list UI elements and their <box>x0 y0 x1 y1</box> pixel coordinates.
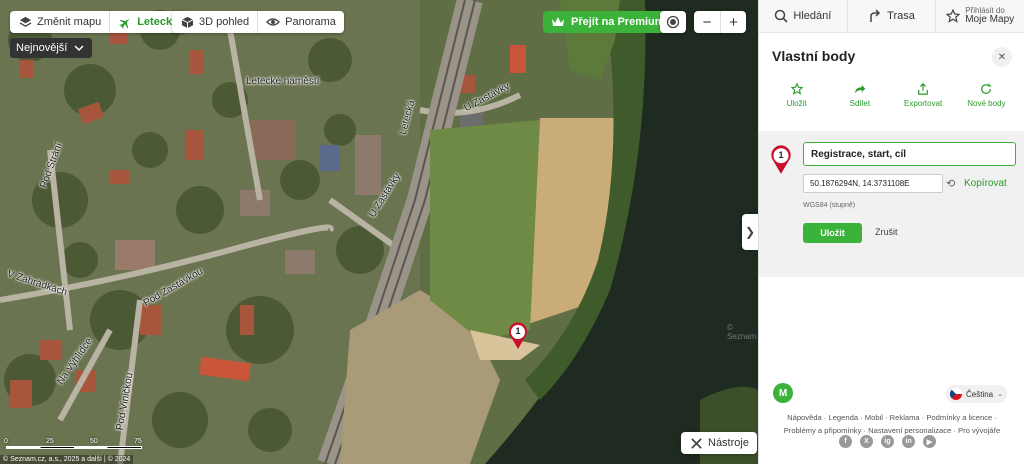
panorama-label: Panorama <box>285 16 336 28</box>
locate-button[interactable] <box>660 11 686 33</box>
star-outline-icon <box>946 9 961 23</box>
chevron-down-icon: ⌄ <box>997 391 1003 398</box>
share-icon <box>854 84 866 94</box>
layers-icon <box>18 15 32 29</box>
scale-bar-graphic <box>6 446 142 449</box>
footer-links: Nápověda · Legenda · Mobil · Reklama · P… <box>759 411 1024 437</box>
action-share[interactable]: Sdílet <box>831 83 889 131</box>
action-export-label: Exportovat <box>904 99 943 108</box>
panorama-button[interactable]: Panorama <box>257 11 344 33</box>
change-map-button[interactable]: Změnit mapu <box>10 11 109 33</box>
panel-footer: M Čeština ⌄ Nápověda · Legenda · Mobil ·… <box>759 378 1024 464</box>
crown-icon <box>551 15 565 29</box>
map-marker-number: 1 <box>515 326 521 336</box>
save-point-button[interactable]: Uložit <box>803 223 862 243</box>
mapy-logo[interactable]: M <box>773 383 793 403</box>
action-save-label: Uložit <box>786 99 807 108</box>
action-new-points-label: Nové body <box>967 99 1006 108</box>
route-icon <box>868 9 882 23</box>
cancel-point-button[interactable]: Zrušit <box>875 227 898 237</box>
route-tab-label: Trasa <box>887 10 915 22</box>
login-tab[interactable]: Přihlásit do Moje Mapy <box>936 0 1024 32</box>
sort-dropdown[interactable]: Nejnovější <box>10 38 93 58</box>
seznam-watermark: © Seznam <box>727 323 757 341</box>
zoom-controls: − + <box>694 11 746 33</box>
login-text: Přihlásit do Moje Mapy <box>965 7 1014 25</box>
social-links: f X ig in ▶ <box>839 435 936 448</box>
footer-links-line1[interactable]: Nápověda · Legenda · Mobil · Reklama · P… <box>759 411 1024 424</box>
tools-icon <box>689 436 703 450</box>
panel-header: Vlastní body ✕ <box>759 33 1024 75</box>
tools-group: Nástroje <box>681 432 757 454</box>
tools-button[interactable]: Nástroje <box>681 432 757 454</box>
cube-icon <box>180 15 194 29</box>
action-share-label: Sdílet <box>849 99 871 108</box>
point-pin: 1 <box>770 145 792 175</box>
chevron-down-icon <box>72 41 86 55</box>
map-canvas[interactable]: Letecké náměstí Letecká U Zastávky U Zas… <box>0 0 758 464</box>
panel-actions: Uložit Sdílet Exportovat Nové body <box>759 75 1024 131</box>
route-tab[interactable]: Trasa <box>848 0 937 32</box>
scale-bar: 0 25 50 75 <box>4 438 144 450</box>
view-mode-group: 3D pohled Panorama <box>172 11 344 33</box>
close-icon: ✕ <box>997 51 1007 63</box>
point-pin-number: 1 <box>778 150 784 160</box>
scale-label-25: 25 <box>46 438 54 445</box>
3d-view-button[interactable]: 3D pohled <box>172 11 257 33</box>
plane-icon <box>118 15 132 29</box>
export-icon <box>918 83 929 95</box>
facebook-icon[interactable]: f <box>839 435 852 448</box>
panel-title: Vlastní body <box>772 48 856 64</box>
top-nav: Hledání Trasa Přihlásit do Moje Mapy <box>759 0 1024 33</box>
coord-format-switch-icon[interactable]: ⟲ <box>946 177 955 190</box>
search-tab-label: Hledání <box>793 10 832 22</box>
appstore-icon[interactable]: in <box>902 435 915 448</box>
side-panel: Hledání Trasa Přihlásit do Moje Mapy Vla… <box>758 0 1024 464</box>
action-new-points[interactable]: Nové body <box>957 83 1015 131</box>
aerial-imagery <box>0 0 758 464</box>
zoom-out-button[interactable]: − <box>694 11 720 33</box>
refresh-icon <box>981 83 992 94</box>
close-panel-button[interactable]: ✕ <box>992 47 1012 67</box>
coordinates-field[interactable]: 50.1876294N, 14.3731108E <box>803 174 943 193</box>
premium-label: Přejít na Premium <box>571 16 665 28</box>
label-letecke-namesti: Letecké náměstí <box>246 76 320 87</box>
action-export[interactable]: Exportovat <box>894 83 952 131</box>
sort-label: Nejnovější <box>16 42 68 54</box>
tools-label: Nástroje <box>708 437 749 449</box>
target-icon <box>666 15 680 29</box>
3d-view-label: 3D pohled <box>199 16 250 28</box>
cz-flag-icon <box>950 388 962 400</box>
x-icon[interactable]: X <box>860 435 873 448</box>
scale-label-75: 75 <box>134 438 142 445</box>
collapse-panel-button[interactable]: ❯ <box>742 214 758 250</box>
point-name-input[interactable]: Registrace, start, cíl <box>803 142 1016 166</box>
premium-button[interactable]: Přejít na Premium <box>543 11 673 33</box>
app: Letecké náměstí Letecká U Zastávky U Zas… <box>0 0 1024 464</box>
search-icon <box>774 9 788 23</box>
coord-system-label[interactable]: WGS84 (stupně) <box>803 202 855 209</box>
change-map-label: Změnit mapu <box>37 16 102 28</box>
action-save[interactable]: Uložit <box>768 83 826 131</box>
search-tab[interactable]: Hledání <box>759 0 848 32</box>
map-type-group: Změnit mapu Letecká <box>10 11 187 33</box>
scale-label-50: 50 <box>90 438 98 445</box>
zoom-in-button[interactable]: + <box>720 11 746 33</box>
eye-icon <box>266 15 281 29</box>
language-selector[interactable]: Čeština ⌄ <box>946 385 1007 403</box>
scale-label-0: 0 <box>4 438 8 445</box>
language-label: Čeština <box>966 389 994 399</box>
copy-coords-link[interactable]: Kopírovat <box>964 178 1007 189</box>
map-attribution[interactable]: © Seznam.cz, a.s., 2025 a další | © 2024 <box>0 455 134 464</box>
point-edit-box: 1 Registrace, start, cíl 50.1876294N, 14… <box>759 131 1024 277</box>
instagram-icon[interactable]: ig <box>881 435 894 448</box>
star-icon <box>790 83 803 95</box>
googleplay-icon[interactable]: ▶ <box>923 435 936 448</box>
login-big-label: Moje Mapy <box>965 14 1015 25</box>
map-marker[interactable]: 1 <box>508 322 528 350</box>
